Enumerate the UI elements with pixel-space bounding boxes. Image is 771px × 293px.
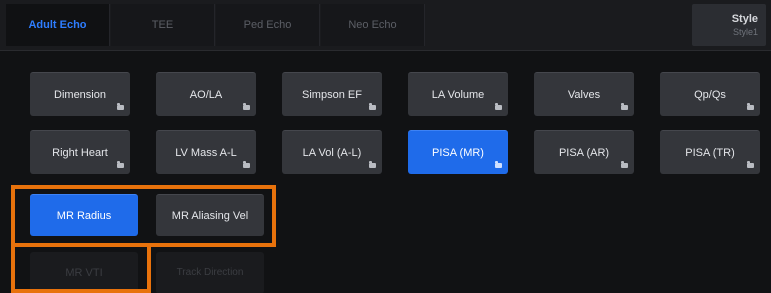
tab-adult-echo[interactable]: Adult Echo xyxy=(6,4,110,46)
ao-la-button[interactable]: AO/LA xyxy=(156,72,256,116)
tab-neo-echo[interactable]: Neo Echo xyxy=(321,4,425,46)
pisa-tr-button[interactable]: PISA (TR) xyxy=(660,130,760,174)
folder-icon xyxy=(747,161,754,168)
folder-icon xyxy=(495,161,502,168)
button-label: PISA (TR) xyxy=(685,146,735,159)
valves-button[interactable]: Valves xyxy=(534,72,634,116)
simpson-ef-button[interactable]: Simpson EF xyxy=(282,72,382,116)
button-label: LA Volume xyxy=(431,88,485,101)
button-label: PISA (MR) xyxy=(432,146,484,159)
right-heart-button[interactable]: Right Heart xyxy=(30,130,130,174)
button-label: LV Mass A-L xyxy=(175,146,237,159)
tab-ped-echo[interactable]: Ped Echo xyxy=(216,4,320,46)
button-label: Dimension xyxy=(54,88,106,101)
lv-mass-al-button[interactable]: LV Mass A-L xyxy=(156,130,256,174)
style-value: Style1 xyxy=(732,27,758,37)
button-label: Qp/Qs xyxy=(694,88,726,101)
style-title: Style xyxy=(731,13,758,25)
pisa-mr-button[interactable]: PISA (MR) xyxy=(408,130,508,174)
tab-tee[interactable]: TEE xyxy=(111,4,215,46)
button-label: AO/LA xyxy=(189,88,223,101)
button-label: PISA (AR) xyxy=(558,146,610,159)
mode-tab-bar: Adult Echo TEE Ped Echo Neo Echo Style S… xyxy=(0,0,771,51)
mr-vti-button[interactable]: MR VTI xyxy=(30,252,138,293)
qp-qs-button[interactable]: Qp/Qs xyxy=(660,72,760,116)
style-button[interactable]: Style Style1 xyxy=(692,4,766,46)
button-label: Valves xyxy=(567,88,601,101)
button-label: Simpson EF xyxy=(302,88,362,101)
dimension-button[interactable]: Dimension xyxy=(30,72,130,116)
track-direction-button[interactable]: Track Direction xyxy=(156,252,264,293)
button-label: LA Vol (A-L) xyxy=(302,146,362,159)
la-vol-al-button[interactable]: LA Vol (A-L) xyxy=(282,130,382,174)
la-volume-button[interactable]: LA Volume xyxy=(408,72,508,116)
folder-icon xyxy=(621,161,628,168)
mr-radius-button[interactable]: MR Radius xyxy=(30,194,138,236)
folder-icon xyxy=(369,161,376,168)
button-label: Right Heart xyxy=(52,146,108,159)
folder-icon xyxy=(621,103,628,110)
folder-icon xyxy=(243,161,250,168)
pisa-ar-button[interactable]: PISA (AR) xyxy=(534,130,634,174)
mr-aliasing-vel-button[interactable]: MR Aliasing Vel xyxy=(156,194,264,236)
folder-icon xyxy=(117,103,124,110)
folder-icon xyxy=(369,103,376,110)
folder-icon xyxy=(117,161,124,168)
folder-icon xyxy=(243,103,250,110)
folder-icon xyxy=(747,103,754,110)
folder-icon xyxy=(495,103,502,110)
